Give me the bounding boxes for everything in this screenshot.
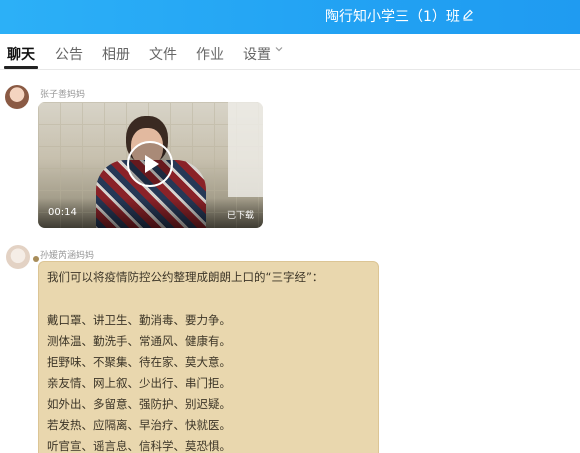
active-tab-indicator	[4, 66, 38, 69]
chevron-down-icon[interactable]	[274, 44, 284, 54]
tab-album[interactable]: 相册	[102, 44, 130, 64]
edit-pencil-icon[interactable]	[461, 8, 475, 22]
message-line: 亲友情、网上叙、少出行、串门拒。	[47, 376, 231, 390]
message-line: 如外出、多留意、强防护、别迟疑。	[47, 397, 231, 411]
tab-settings[interactable]: 设置	[243, 44, 271, 64]
download-status: 已下载	[227, 211, 255, 221]
message-line: 戴口罩、讲卫生、勤消毒、要力争。	[47, 313, 231, 327]
sender-name: 孙媛芮涵妈妈	[40, 251, 95, 261]
tab-bar: 聊天 公告 相册 文件 作业 设置	[0, 34, 580, 70]
message-line: 若发热、应隔离、早治疗、快就医。	[47, 418, 231, 432]
play-button[interactable]	[127, 141, 173, 187]
avatar[interactable]	[5, 85, 29, 109]
play-icon	[145, 155, 159, 173]
title-bar: 陶行知小学三（1）班	[0, 0, 580, 34]
sender-name: 张子善妈妈	[40, 90, 86, 100]
message-line: 我们可以将疫情防控公约整理成朗朗上口的“三字经”：	[47, 270, 324, 284]
message-line: 拒野味、不聚集、待在家、莫大意。	[47, 355, 231, 369]
avatar[interactable]	[6, 245, 30, 269]
message-line: 听官宣、谣言息、信科学、莫恐惧。	[47, 439, 231, 453]
bubble-tail	[33, 256, 39, 262]
tab-homework[interactable]: 作业	[196, 44, 224, 64]
video-duration: 00:14	[48, 207, 77, 218]
tab-files[interactable]: 文件	[149, 44, 177, 64]
group-title: 陶行知小学三（1）班	[325, 9, 460, 25]
video-thumbnail-window	[228, 102, 263, 197]
tab-chat[interactable]: 聊天	[7, 44, 35, 64]
message-line: 测体温、勤洗手、常通风、健康有。	[47, 334, 231, 348]
tab-announcement[interactable]: 公告	[55, 44, 83, 64]
